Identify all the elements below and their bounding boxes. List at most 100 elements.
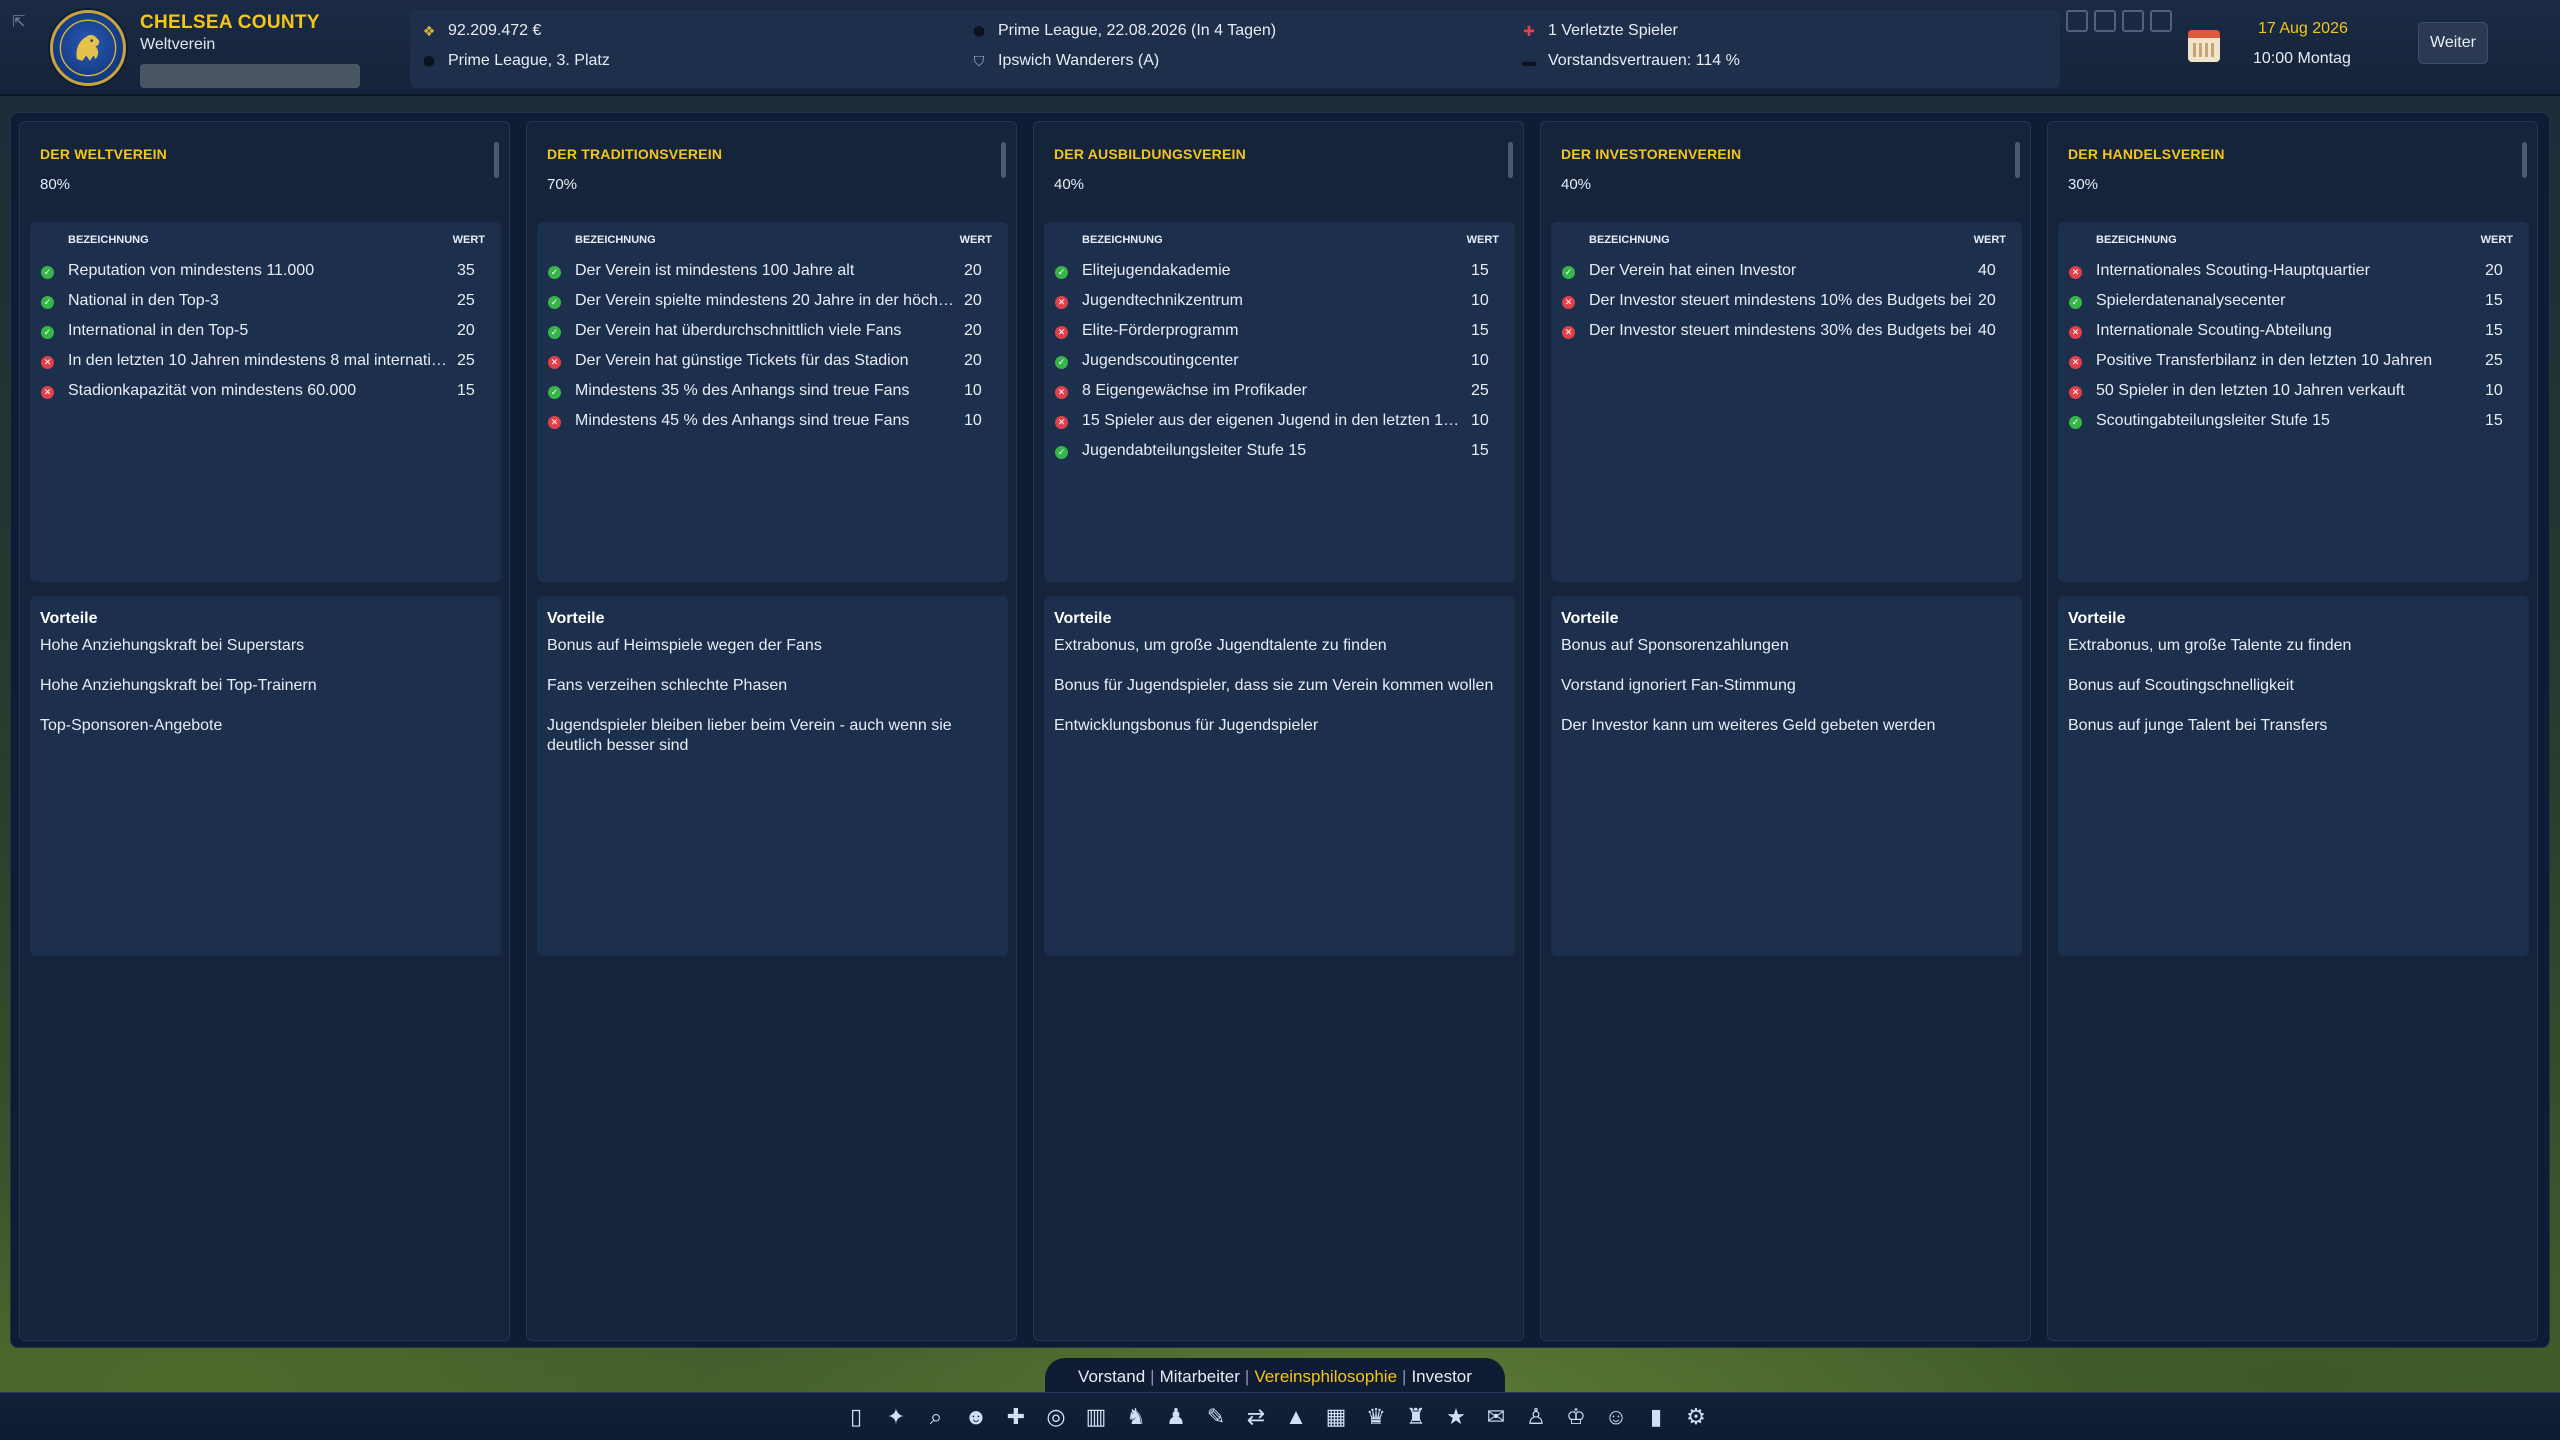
requirement-row[interactable]: ✓ Reputation von mindestens 11.000 35 bbox=[30, 260, 501, 290]
scrollbar[interactable] bbox=[2015, 142, 2020, 178]
advantages-panel: Vorteile Hohe Anziehungskraft bei Supers… bbox=[30, 596, 501, 956]
requirement-value: 20 bbox=[964, 262, 982, 279]
tab-investor[interactable]: Investor bbox=[1411, 1367, 1471, 1387]
trophy-icon[interactable]: ♛ bbox=[1358, 1399, 1394, 1435]
requirement-row[interactable]: ✕ Internationale Scouting-Abteilung 15 bbox=[2058, 320, 2529, 350]
scrollbar[interactable] bbox=[1508, 142, 1513, 178]
mail-icon[interactable]: ✉ bbox=[1478, 1399, 1514, 1435]
collapse-icon[interactable]: ⇱ bbox=[12, 12, 32, 32]
requirement-row[interactable]: ✕ Stadionkapazität von mindestens 60.000… bbox=[30, 380, 501, 410]
requirement-row[interactable]: ✕ Internationales Scouting-Hauptquartier… bbox=[2058, 260, 2529, 290]
injuries-info[interactable]: ✚ 1 Verletzte Spieler bbox=[1520, 22, 1678, 40]
requirement-row[interactable]: ✕ Positive Transferbilanz in den letzten… bbox=[2058, 350, 2529, 380]
check-icon: ✓ bbox=[1055, 356, 1068, 369]
youth-icon[interactable]: ♞ bbox=[1118, 1399, 1154, 1435]
requirement-row[interactable]: ✕ In den letzten 10 Jahren mindestens 8 … bbox=[30, 350, 501, 380]
training-icon[interactable]: ✦ bbox=[878, 1399, 914, 1435]
requirement-text: International in den Top-5 bbox=[68, 322, 249, 339]
tab-mitarbeiter[interactable]: Mitarbeiter bbox=[1160, 1367, 1240, 1387]
requirement-row[interactable]: ✓ Jugendscoutingcenter 10 bbox=[1044, 350, 1515, 380]
requirements-header: BEZEICHNUNG WERT bbox=[30, 234, 501, 252]
requirement-row[interactable]: ✕ Elite-Förderprogramm 15 bbox=[1044, 320, 1515, 350]
requirement-row[interactable]: ✓ Der Verein hat einen Investor 40 bbox=[1551, 260, 2022, 290]
tactics-icon[interactable]: ◎ bbox=[1038, 1399, 1074, 1435]
toolbar-icons bbox=[2066, 10, 2172, 32]
philosophy-panel: DER WELTVEREIN 80% BEZEICHNUNG WERT ✓ Re… bbox=[10, 112, 2550, 1348]
requirement-row[interactable]: ✕ Der Investor steuert mindestens 30% de… bbox=[1551, 320, 2022, 350]
requirement-row[interactable]: ✓ International in den Top-5 20 bbox=[30, 320, 501, 350]
money-info[interactable]: ❖ 92.209.472 € bbox=[420, 22, 542, 40]
tab-vorstand[interactable]: Vorstand bbox=[1078, 1367, 1145, 1387]
save-icon[interactable] bbox=[2122, 10, 2144, 32]
requirement-row[interactable]: ✕ Mindestens 45 % des Anhangs sind treue… bbox=[537, 410, 1008, 440]
medical-icon[interactable]: ✚ bbox=[998, 1399, 1034, 1435]
requirement-row[interactable]: ✓ Der Verein spielte mindestens 20 Jahre… bbox=[537, 290, 1008, 320]
statistics-icon[interactable]: ▮ bbox=[1638, 1399, 1674, 1435]
requirement-row[interactable]: ✕ Der Investor steuert mindestens 10% de… bbox=[1551, 290, 2022, 320]
board-confidence: Vorstandsvertrauen: 114 % bbox=[1548, 52, 1740, 69]
requirement-text: Jugendscoutingcenter bbox=[1082, 352, 1239, 369]
transfers-icon[interactable]: ⇄ bbox=[1238, 1399, 1274, 1435]
requirements-header: BEZEICHNUNG WERT bbox=[537, 234, 1008, 252]
requirement-row[interactable]: ✕ 8 Eigengewächse im Profikader 25 bbox=[1044, 380, 1515, 410]
manager-icon[interactable]: ♙ bbox=[1518, 1399, 1554, 1435]
club-crest-icon[interactable] bbox=[50, 10, 126, 86]
requirement-row[interactable]: ✓ Elitejugendakademie 15 bbox=[1044, 260, 1515, 290]
board-info[interactable]: ▬ Vorstandsvertrauen: 114 % bbox=[1520, 52, 1740, 70]
fans-icon[interactable]: ☺ bbox=[1598, 1399, 1634, 1435]
check-icon: ✓ bbox=[1055, 446, 1068, 459]
header-name: BEZEICHNUNG bbox=[575, 234, 656, 246]
league-info[interactable]: ⬢ Prime League, 3. Platz bbox=[420, 52, 610, 70]
requirement-row[interactable]: ✕ 15 Spieler aus der eigenen Jugend in d… bbox=[1044, 410, 1515, 440]
current-date: 17 Aug 2026 bbox=[2258, 20, 2348, 37]
check-icon: ✓ bbox=[548, 296, 561, 309]
requirement-row[interactable]: ✕ 50 Spieler in den letzten 10 Jahren ve… bbox=[2058, 380, 2529, 410]
next-match-info[interactable]: ⬢ Prime League, 22.08.2026 (In 4 Tagen) bbox=[970, 22, 1276, 40]
requirement-text: Internationale Scouting-Abteilung bbox=[2096, 322, 2332, 339]
requirement-row[interactable]: ✓ Spielerdatenanalysecenter 15 bbox=[2058, 290, 2529, 320]
requirements-header: BEZEICHNUNG WERT bbox=[1044, 234, 1515, 252]
stars-icon[interactable]: ★ bbox=[1438, 1399, 1474, 1435]
bookmark-icon[interactable] bbox=[2150, 10, 2172, 32]
opponent-info[interactable]: ⛉ Ipswich Wanderers (A) bbox=[970, 52, 1159, 70]
squad-icon[interactable]: ☻ bbox=[958, 1399, 994, 1435]
column-percent: 70% bbox=[547, 176, 578, 193]
requirement-text: Der Verein hat einen Investor bbox=[1589, 262, 1797, 279]
requirement-value: 20 bbox=[2485, 262, 2503, 279]
settings-icon[interactable]: ⚙ bbox=[1678, 1399, 1714, 1435]
philosophy-column: DER HANDELSVEREIN 30% BEZEICHNUNG WERT ✕… bbox=[2047, 121, 2538, 1341]
staff-icon[interactable]: ♟ bbox=[1158, 1399, 1194, 1435]
requirement-text: 50 Spieler in den letzten 10 Jahren verk… bbox=[2096, 382, 2405, 399]
requirement-row[interactable]: ✓ Jugendabteilungsleiter Stufe 15 15 bbox=[1044, 440, 1515, 470]
requirement-row[interactable]: ✓ Scoutingabteilungsleiter Stufe 15 15 bbox=[2058, 410, 2529, 440]
requirement-row[interactable]: ✕ Der Verein hat günstige Tickets für da… bbox=[537, 350, 1008, 380]
scrollbar[interactable] bbox=[1001, 142, 1006, 178]
edit-icon[interactable] bbox=[2066, 10, 2088, 32]
requirements-header: BEZEICHNUNG WERT bbox=[2058, 234, 2529, 252]
scrollbar[interactable] bbox=[494, 142, 499, 178]
contracts-icon[interactable]: ✎ bbox=[1198, 1399, 1234, 1435]
header-name: BEZEICHNUNG bbox=[1082, 234, 1163, 246]
scouting-icon[interactable]: ⌕ bbox=[918, 1399, 954, 1435]
requirement-value: 15 bbox=[1471, 262, 1489, 279]
requirement-row[interactable]: ✓ Mindestens 35 % des Anhangs sind treue… bbox=[537, 380, 1008, 410]
continue-button[interactable]: Weiter bbox=[2418, 22, 2488, 64]
requirement-value: 10 bbox=[2485, 382, 2503, 399]
requirement-row[interactable]: ✓ National in den Top-3 25 bbox=[30, 290, 501, 320]
tab-vereinsphilosophie[interactable]: Vereinsphilosophie bbox=[1254, 1367, 1397, 1387]
club-info-panel: ❖ 92.209.472 € ⬢ Prime League, 3. Platz … bbox=[410, 10, 2060, 88]
cup-icon[interactable]: ♜ bbox=[1398, 1399, 1434, 1435]
requirement-row[interactable]: ✓ Der Verein hat überdurchschnittlich vi… bbox=[537, 320, 1008, 350]
calendar-icon[interactable] bbox=[2188, 30, 2220, 62]
club-icon[interactable]: ♔ bbox=[1558, 1399, 1594, 1435]
finances-icon[interactable]: ▲ bbox=[1278, 1399, 1314, 1435]
philosophy-column: DER WELTVEREIN 80% BEZEICHNUNG WERT ✓ Re… bbox=[19, 121, 510, 1341]
calendar-icon[interactable]: ▦ bbox=[1318, 1399, 1354, 1435]
tools-icon[interactable] bbox=[2094, 10, 2116, 32]
column-percent: 30% bbox=[2068, 176, 2099, 193]
requirement-row[interactable]: ✓ Der Verein ist mindestens 100 Jahre al… bbox=[537, 260, 1008, 290]
scrollbar[interactable] bbox=[2522, 142, 2527, 178]
phone-icon[interactable]: ▯ bbox=[838, 1399, 874, 1435]
stadium-icon[interactable]: ▥ bbox=[1078, 1399, 1114, 1435]
requirement-row[interactable]: ✕ Jugendtechnikzentrum 10 bbox=[1044, 290, 1515, 320]
